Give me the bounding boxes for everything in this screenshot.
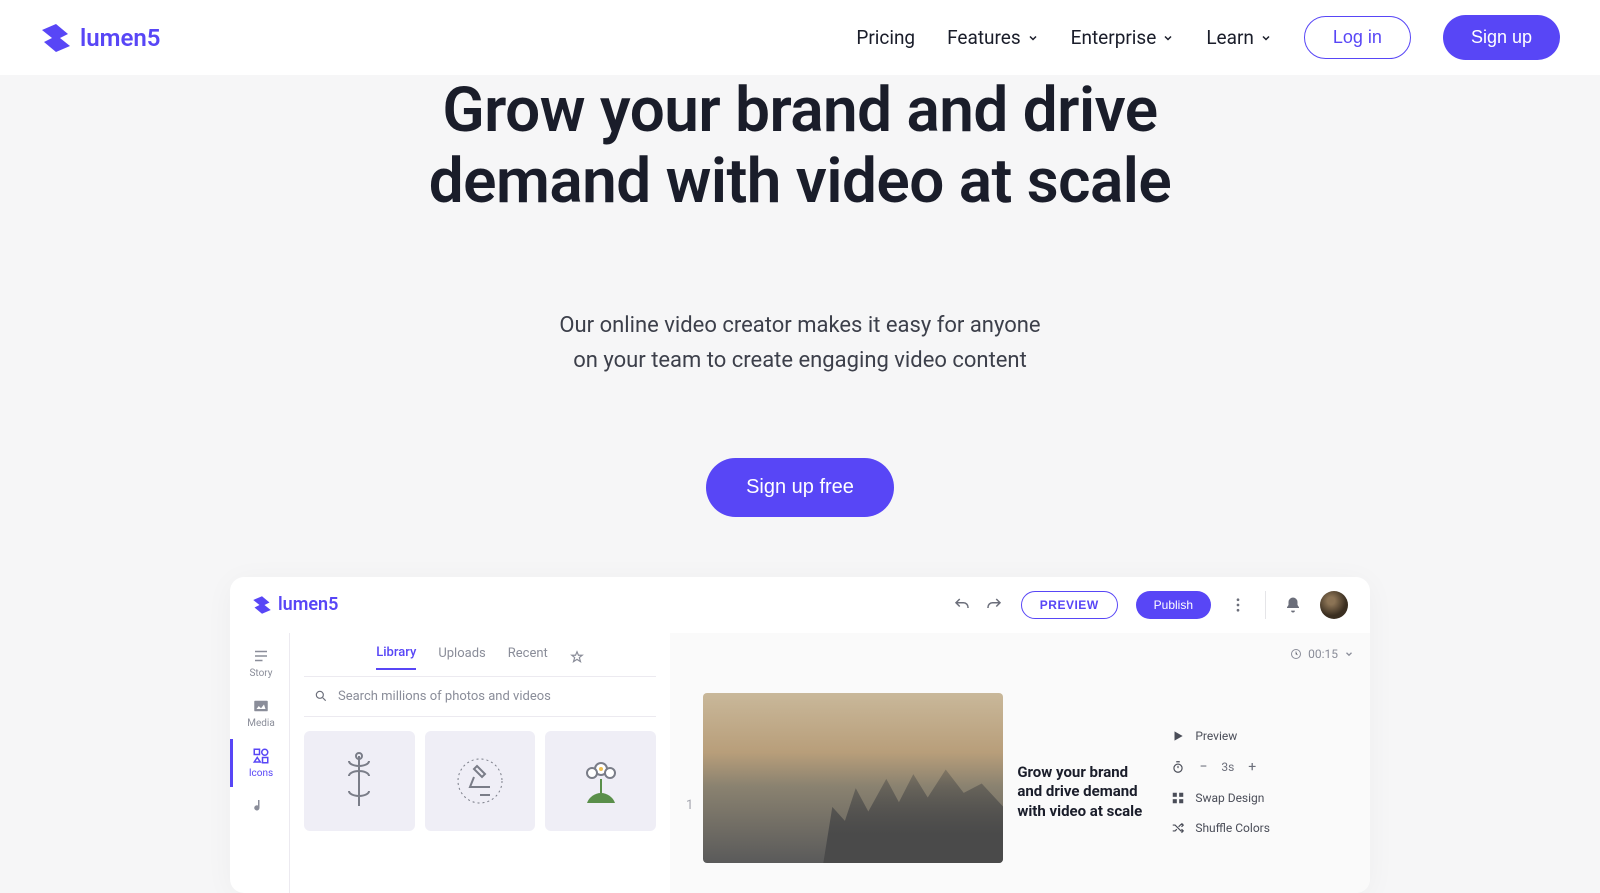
duration-increase[interactable]: +: [1244, 759, 1260, 775]
timecode-value: 00:15: [1308, 647, 1338, 661]
panel-preview[interactable]: Preview: [1171, 721, 1293, 751]
chevron-down-icon: [1344, 649, 1354, 659]
hero-subtitle: Our online video creator makes it easy f…: [20, 308, 1580, 378]
panel-shuffle-colors[interactable]: Shuffle Colors: [1171, 813, 1293, 843]
avatar[interactable]: [1320, 591, 1348, 619]
nav-pricing-label: Pricing: [856, 26, 915, 49]
icons-icon: [252, 747, 270, 765]
signup-button[interactable]: Sign up: [1443, 15, 1560, 60]
thumb-microscope-icon[interactable]: [425, 731, 536, 831]
more-icon[interactable]: [1229, 596, 1247, 614]
play-icon: [1171, 729, 1185, 743]
preview-button[interactable]: PREVIEW: [1021, 591, 1118, 619]
logo[interactable]: lumen5: [40, 22, 161, 54]
nav-enterprise-label: Enterprise: [1071, 26, 1157, 49]
redo-icon[interactable]: [985, 596, 1003, 614]
signup-free-button[interactable]: Sign up free: [706, 458, 894, 517]
tab-library[interactable]: Library: [376, 645, 416, 670]
hero-cta-wrap: Sign up free: [20, 458, 1580, 517]
search-placeholder: Search millions of photos and videos: [338, 689, 551, 704]
nav-learn[interactable]: Learn: [1206, 26, 1272, 49]
hero-sub-line2: on your team to create engaging video co…: [20, 343, 1580, 378]
tab-uploads[interactable]: Uploads: [438, 646, 485, 669]
chevron-down-icon: [1162, 32, 1174, 44]
duration-value: 3s: [1221, 760, 1234, 774]
nav-enterprise[interactable]: Enterprise: [1071, 26, 1175, 49]
flower-icon: [576, 751, 626, 811]
publish-button[interactable]: Publish: [1136, 591, 1211, 619]
product-preview-wrap: lumen5 PREVIEW Publish Story: [0, 577, 1600, 893]
preview-logo[interactable]: lumen5: [252, 594, 338, 615]
story-icon: [252, 647, 270, 665]
logo-text: lumen5: [80, 24, 161, 52]
nav-learn-label: Learn: [1206, 26, 1254, 49]
preview-logo-text: lumen5: [278, 594, 338, 615]
hero-title: Grow your brand and drive demand with vi…: [350, 75, 1250, 218]
slide-image: [703, 693, 1003, 863]
duration-decrease[interactable]: −: [1195, 759, 1211, 775]
hero-sub-line1: Our online video creator makes it easy f…: [20, 308, 1580, 343]
panel-swap-design[interactable]: Swap Design: [1171, 783, 1293, 813]
preview-body: Story Media Icons Library: [230, 633, 1370, 893]
sidebar-item-media[interactable]: Media: [230, 689, 289, 737]
panel-preview-label: Preview: [1195, 729, 1237, 743]
editor-canvas: 00:15 1 Grow your brand and drive demand…: [670, 633, 1370, 893]
slide-number: 1: [686, 798, 693, 813]
logo-icon: [40, 22, 72, 54]
slide[interactable]: Grow your brand and drive demand with vi…: [703, 693, 1147, 863]
panel-swap-label: Swap Design: [1195, 791, 1264, 805]
sidebar-item-icons[interactable]: Icons: [230, 739, 289, 787]
slide-caption: Grow your brand and drive demand with vi…: [1017, 693, 1147, 863]
logo-icon: [252, 595, 272, 615]
shuffle-icon: [1171, 821, 1185, 835]
nav-pricing[interactable]: Pricing: [856, 26, 915, 49]
sidebar-item-label: Icons: [249, 768, 273, 779]
undo-icon[interactable]: [953, 596, 971, 614]
clock-icon: [1290, 648, 1302, 660]
music-icon: [252, 797, 270, 815]
undo-redo: [953, 596, 1003, 614]
caduceus-icon: [334, 751, 384, 811]
chevron-down-icon: [1027, 32, 1039, 44]
sidebar-item-story[interactable]: Story: [230, 639, 289, 687]
sidebar-item-label: Media: [247, 718, 275, 729]
thumb-flower-icon[interactable]: [545, 731, 656, 831]
panel-duration: − 3s +: [1171, 751, 1293, 783]
library-search[interactable]: Search millions of photos and videos: [304, 677, 656, 717]
chevron-down-icon: [1260, 32, 1272, 44]
tab-recent[interactable]: Recent: [508, 646, 548, 669]
media-icon: [252, 697, 270, 715]
library-tabs: Library Uploads Recent: [304, 633, 656, 677]
product-preview: lumen5 PREVIEW Publish Story: [230, 577, 1370, 893]
main-nav: Pricing Features Enterprise Learn Log in…: [856, 15, 1560, 60]
site-header: lumen5 Pricing Features Enterprise Learn…: [0, 0, 1600, 75]
favorites-icon[interactable]: [570, 650, 584, 664]
library-thumbs: [304, 717, 656, 831]
timer-icon: [1171, 760, 1185, 774]
panel-shuffle-label: Shuffle Colors: [1195, 821, 1270, 835]
search-icon: [314, 689, 328, 703]
slide-controls: Preview − 3s + Swap Design Shuffle: [1157, 653, 1307, 843]
editor-sidebar: Story Media Icons: [230, 633, 290, 893]
notification-icon[interactable]: [1284, 596, 1302, 614]
divider: [1265, 591, 1266, 619]
login-button[interactable]: Log in: [1304, 16, 1411, 59]
nav-features[interactable]: Features: [947, 26, 1039, 49]
thumb-medical-icon[interactable]: [304, 731, 415, 831]
library-panel: Library Uploads Recent Search millions o…: [290, 633, 670, 893]
preview-topbar: lumen5 PREVIEW Publish: [230, 577, 1370, 633]
grid-icon: [1171, 791, 1185, 805]
sidebar-item-label: Story: [249, 668, 272, 679]
microscope-icon: [450, 751, 510, 811]
hero: Grow your brand and drive demand with vi…: [0, 75, 1600, 577]
timecode[interactable]: 00:15: [1290, 647, 1354, 661]
nav-features-label: Features: [947, 26, 1021, 49]
sidebar-item-music[interactable]: [230, 789, 289, 826]
